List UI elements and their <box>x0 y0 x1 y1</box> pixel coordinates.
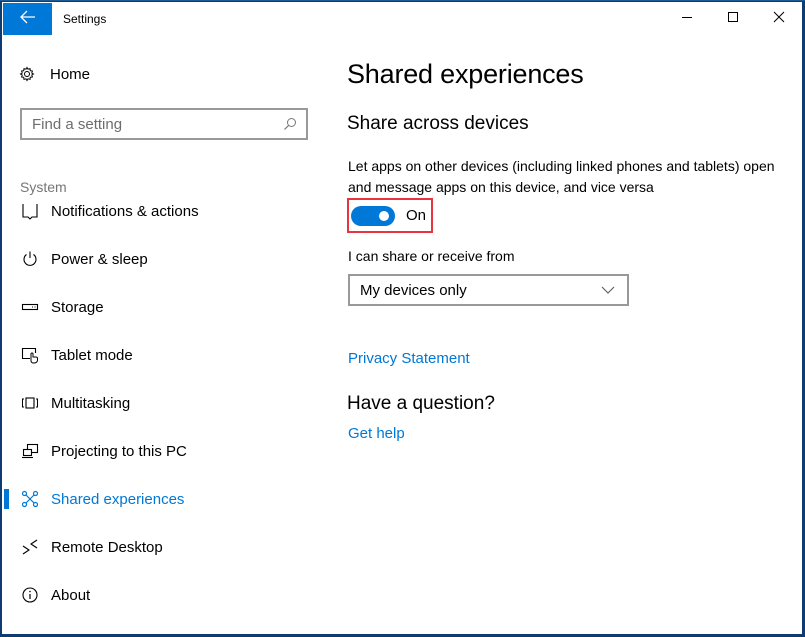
close-icon <box>773 10 785 28</box>
sidebar: Home System Notifications & actions <box>2 35 324 635</box>
back-button[interactable] <box>3 3 52 35</box>
sidebar-item-label: Tablet mode <box>51 346 133 364</box>
search-input[interactable] <box>22 115 278 133</box>
sidebar-item-label: Shared experiences <box>51 490 185 508</box>
back-arrow-icon <box>19 10 36 29</box>
page-title: Shared experiences <box>347 59 584 89</box>
maximize-button[interactable] <box>710 2 756 35</box>
window-title: Settings <box>63 12 107 26</box>
close-button[interactable] <box>756 2 802 35</box>
power-icon <box>20 249 40 269</box>
search-icon[interactable] <box>278 112 302 136</box>
toggle-knob <box>379 210 389 221</box>
shared-experiences-icon <box>20 489 40 509</box>
search-box[interactable] <box>20 108 308 140</box>
sidebar-item-label: Projecting to this PC <box>51 442 187 460</box>
share-from-label: I can share or receive from <box>348 248 515 264</box>
share-toggle-highlight[interactable]: On <box>347 198 433 233</box>
toggle-state-label: On <box>406 207 427 224</box>
settings-window: Settings Home Find a setting System Noti… <box>0 0 805 637</box>
window-client-area: Settings Home Find a setting System Noti… <box>2 2 802 635</box>
title-bar: Settings <box>2 2 802 35</box>
sidebar-item-shared-experiences[interactable]: Shared experiences <box>2 479 324 519</box>
share-from-dropdown[interactable]: My devices only <box>348 274 629 306</box>
sidebar-item-remote-desktop[interactable]: Remote Desktop <box>2 527 324 567</box>
sidebar-item-home[interactable]: Home <box>18 65 90 83</box>
question-heading: Have a question? <box>347 393 495 414</box>
sidebar-item-label: Storage <box>51 298 104 316</box>
share-across-devices-toggle[interactable] <box>351 205 395 226</box>
home-label: Home <box>50 65 91 83</box>
get-help-link[interactable]: Get help <box>348 425 405 442</box>
minimize-button[interactable] <box>664 2 710 35</box>
sidebar-item-label: Power & sleep <box>51 250 148 268</box>
section-title: Share across devices <box>347 113 529 134</box>
minimize-icon <box>681 10 693 28</box>
maximize-icon <box>727 10 739 28</box>
tablet-mode-icon <box>20 345 40 365</box>
sidebar-item-about[interactable]: About <box>2 575 324 615</box>
sidebar-item-power-sleep[interactable]: Power & sleep <box>2 239 324 279</box>
info-icon <box>20 585 40 605</box>
storage-icon <box>20 297 40 317</box>
sidebar-item-projecting[interactable]: Projecting to this PC <box>2 431 324 471</box>
gear-icon <box>18 65 36 83</box>
sidebar-item-tablet-mode[interactable]: Tablet mode <box>2 335 324 375</box>
sidebar-item-label: About <box>51 586 91 604</box>
sidebar-item-label: Notifications & actions <box>51 202 199 220</box>
remote-desktop-icon <box>20 537 40 557</box>
projecting-icon <box>20 441 40 461</box>
notification-icon <box>20 201 40 221</box>
multitasking-icon <box>20 393 40 413</box>
sidebar-item-label: Multitasking <box>51 394 131 412</box>
share-description: Let apps on other devices (including lin… <box>348 158 775 195</box>
sidebar-item-multitasking[interactable]: Multitasking <box>2 383 324 423</box>
chevron-down-icon <box>598 283 618 297</box>
privacy-statement-link[interactable]: Privacy Statement <box>348 350 470 367</box>
sidebar-item-notifications[interactable]: Notifications & actions <box>2 191 324 231</box>
share-from-selected: My devices only <box>360 281 467 299</box>
sidebar-item-storage[interactable]: Storage <box>2 287 324 327</box>
active-indicator <box>4 489 9 509</box>
sidebar-item-label: Remote Desktop <box>51 538 163 556</box>
